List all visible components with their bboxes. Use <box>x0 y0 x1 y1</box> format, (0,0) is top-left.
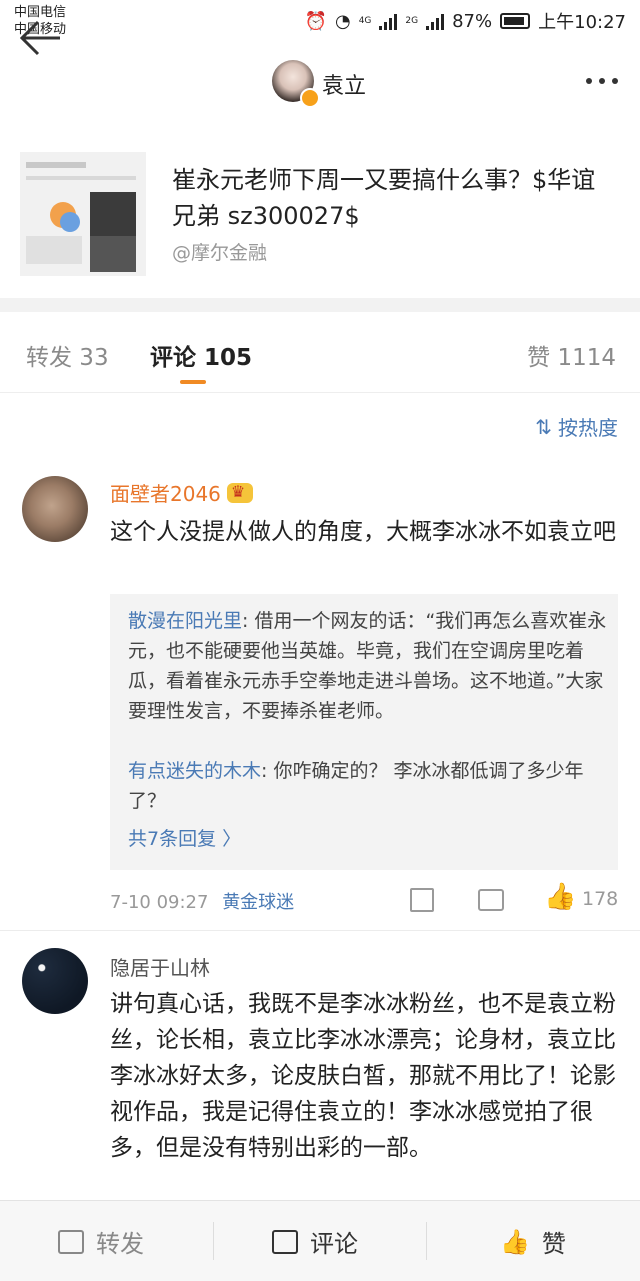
comment-icon <box>272 1229 298 1254</box>
comment-button[interactable]: 评论 <box>272 1224 358 1259</box>
battery-percent: 87% <box>452 10 493 32</box>
comment-time: 7-10 09:27 <box>110 892 209 913</box>
active-tab-indicator <box>180 380 206 384</box>
comment-author-name[interactable]: 隐居于山林 <box>110 952 210 981</box>
like-label: 赞 <box>541 1230 566 1258</box>
reply-author[interactable]: 散漫在阳光里 <box>128 610 242 632</box>
sort-label: 按热度 <box>558 416 618 440</box>
avatar[interactable] <box>22 476 88 542</box>
more-dot-icon <box>612 78 618 84</box>
signal-icon-2 <box>426 12 445 30</box>
share-icon <box>58 1229 84 1254</box>
status-bar: 中国电信 中国移动 ⏰ ◔ 4G 2G 87% 上午10:27 <box>0 0 640 44</box>
like-icon[interactable]: 👍 <box>544 882 576 912</box>
shared-post-source: @摩尔金融 <box>172 242 268 264</box>
shared-post-thumbnail <box>20 152 146 276</box>
network-label-1: 4G <box>358 15 372 26</box>
battery-icon <box>500 13 531 29</box>
clock: 上午10:27 <box>538 12 626 33</box>
forward-label: 转发 <box>96 1230 144 1258</box>
comment-divider <box>0 930 640 931</box>
comment-meta: 7-10 09:27 黄金球迷 <box>110 888 294 914</box>
sort-icon: ⇅ <box>535 414 552 439</box>
back-button[interactable] <box>16 16 64 60</box>
reply-author[interactable]: 有点迷失的木木 <box>128 760 261 782</box>
share-icon[interactable] <box>410 888 434 912</box>
comment-author[interactable]: 面壁者2046 <box>110 478 253 507</box>
forward-button[interactable]: 转发 <box>58 1224 144 1259</box>
reply-item[interactable]: 有点迷失的木木: 你咋确定的？ 李冰冰都低调了多少年了？ <box>128 756 608 816</box>
comment-icon[interactable] <box>478 889 504 911</box>
comment-text: 这个人没提从做人的角度，大概李冰冰不如袁立吧 <box>110 519 616 545</box>
signal-icon <box>379 12 398 30</box>
verified-badge-icon <box>300 88 320 108</box>
comment-source[interactable]: 黄金球迷 <box>222 892 294 913</box>
separator <box>213 1222 214 1260</box>
nav-bar <box>0 44 640 121</box>
more-dot-icon <box>586 78 592 84</box>
wifi-icon: ◔ <box>334 10 351 32</box>
arrow-left-icon <box>19 20 60 56</box>
comment-author-name: 面壁者2046 <box>110 482 221 506</box>
comment-label: 评论 <box>310 1230 358 1258</box>
reply-item[interactable]: 散漫在阳光里: 借用一个网友的话：“我们再怎么喜欢崔永元，也不能硬要他当英雄。毕… <box>128 606 608 726</box>
like-button[interactable]: 👍 赞 <box>500 1224 566 1259</box>
separator <box>426 1222 427 1260</box>
tab-comments[interactable]: 评论 105 <box>150 338 252 372</box>
more-replies-link[interactable]: 共7条回复 〉 <box>128 824 241 851</box>
section-divider <box>0 298 640 312</box>
tab-likes[interactable]: 赞 1114 <box>527 338 616 372</box>
page-title[interactable]: 袁立 <box>322 68 366 100</box>
avatar[interactable] <box>22 948 88 1014</box>
like-count: 178 <box>582 888 619 910</box>
more-button[interactable] <box>586 78 618 84</box>
like-icon: 👍 <box>500 1227 530 1256</box>
sort-button[interactable]: ⇅ 按热度 <box>535 412 618 441</box>
vip-crown-icon <box>226 482 253 503</box>
shared-post-title: 崔永元老师下周一又要搞什么事？$华谊兄弟 sz300027$ <box>172 166 596 230</box>
network-label-2: 2G <box>405 15 419 26</box>
comment-text: 讲句真心话，我既不是李冰冰粉丝，也不是袁立粉丝，论长相，袁立比李冰冰漂亮；论身材… <box>110 991 616 1161</box>
tab-forward[interactable]: 转发 33 <box>26 338 109 372</box>
alarm-icon: ⏰ <box>304 10 327 32</box>
status-icons: ⏰ ◔ 4G 2G 87% 上午10:27 <box>305 8 626 34</box>
more-dot-icon <box>599 78 605 84</box>
